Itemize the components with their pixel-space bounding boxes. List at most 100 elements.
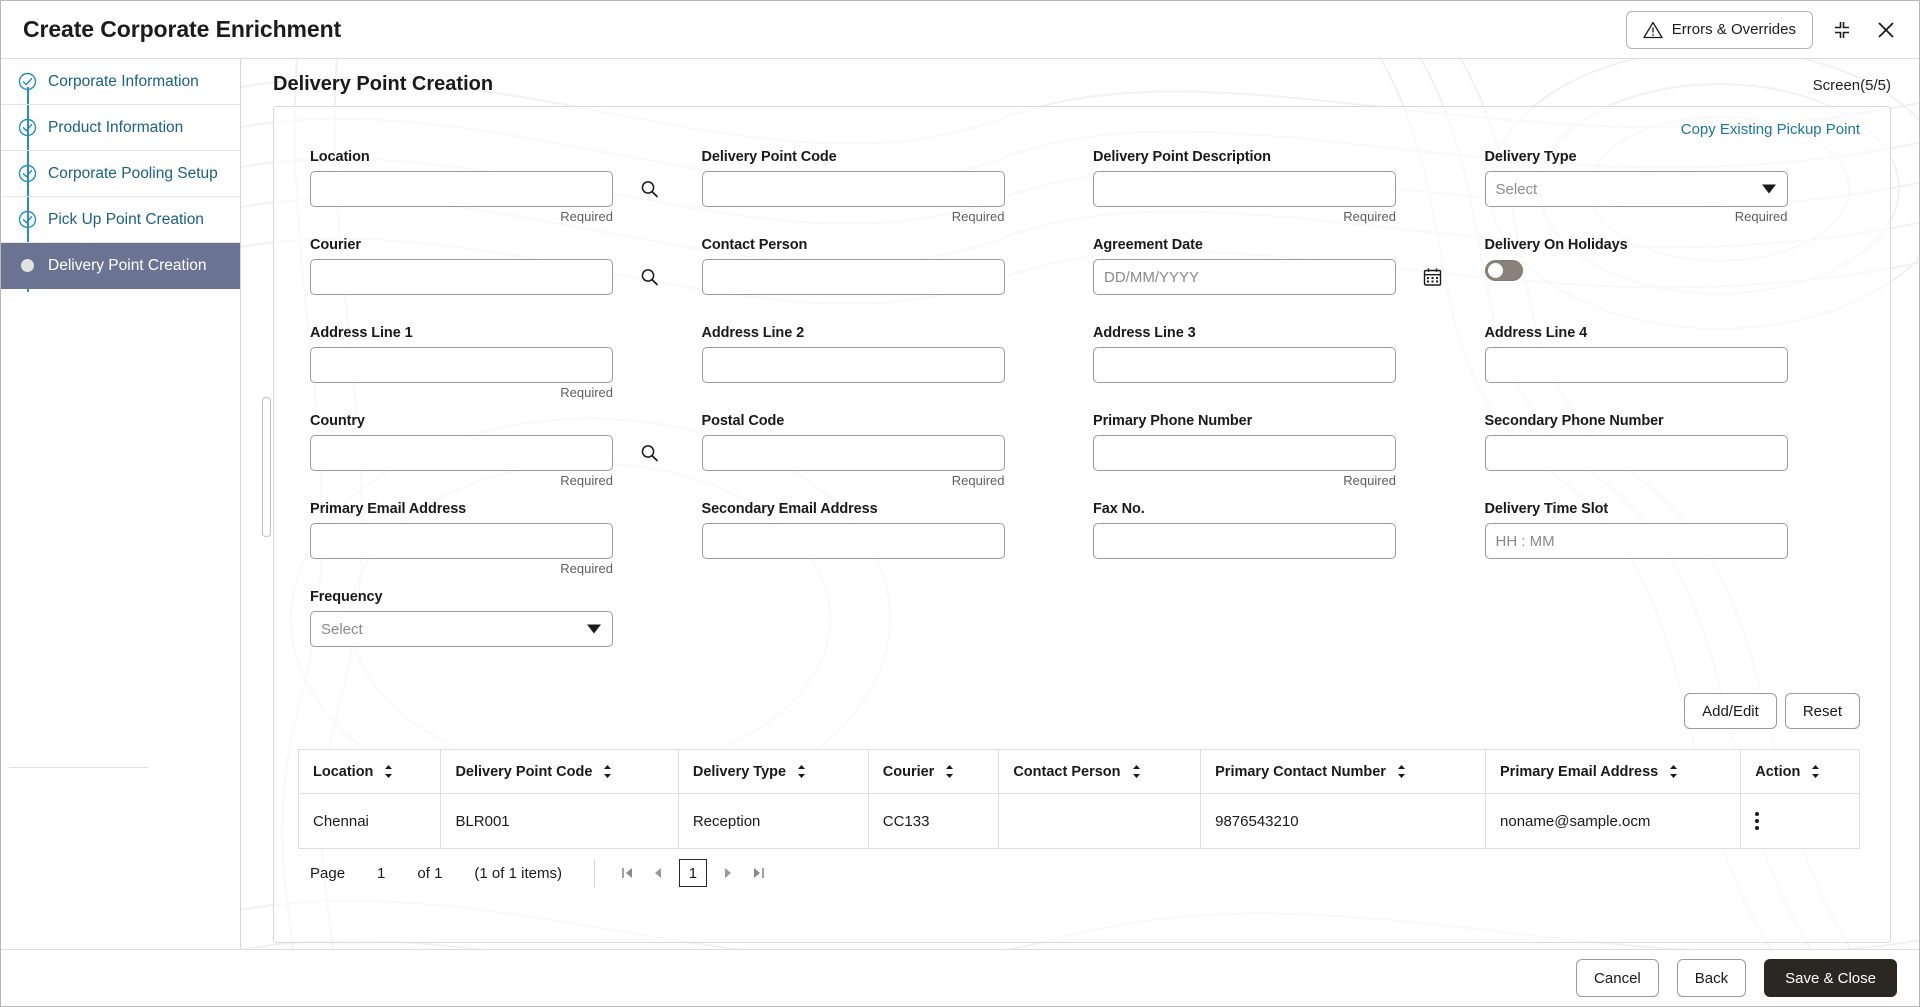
field-secondary-phone-number: Secondary Phone Number (1473, 413, 1865, 501)
input-wrapper (1093, 435, 1451, 471)
input-secondary-phone-number[interactable] (1485, 435, 1788, 471)
column-header-primary-contact-number[interactable]: Primary Contact Number (1201, 750, 1486, 794)
column-header-label: Action (1755, 764, 1800, 780)
column-header-primary-email-address[interactable]: Primary Email Address (1486, 750, 1741, 794)
previous-page-icon[interactable] (643, 858, 673, 888)
sort-icon[interactable] (944, 764, 955, 779)
sort-icon[interactable] (796, 764, 807, 779)
column-header-label: Courier (883, 764, 935, 780)
input-wrapper (310, 523, 668, 559)
field-label: Delivery On Holidays (1485, 237, 1843, 253)
column-header-delivery-type[interactable]: Delivery Type (678, 750, 868, 794)
search-icon[interactable] (640, 180, 659, 199)
input-agreement-date[interactable] (1093, 259, 1396, 295)
select-frequency[interactable]: Select (310, 611, 613, 647)
field-label: Primary Email Address (310, 501, 668, 517)
sidebar-step-corporate-information[interactable]: Corporate Information (1, 59, 240, 105)
sort-icon[interactable] (1668, 764, 1679, 779)
sidebar-step-product-information[interactable]: Product Information (1, 105, 240, 151)
column-header-courier[interactable]: Courier (868, 750, 999, 794)
calendar-icon[interactable] (1423, 268, 1442, 287)
input-contact-person[interactable] (702, 259, 1005, 295)
save-and-close-button[interactable]: Save & Close (1764, 959, 1897, 997)
pagination-current-page[interactable]: 1 (679, 859, 707, 887)
input-country[interactable] (310, 435, 613, 471)
next-page-icon[interactable] (713, 858, 743, 888)
input-address-line-2[interactable] (702, 347, 1005, 383)
field-courier: Courier (298, 237, 690, 325)
sort-icon[interactable] (1810, 764, 1821, 779)
input-address-line-1[interactable] (310, 347, 613, 383)
required-hint: Required (1093, 209, 1396, 225)
content-title: Delivery Point Creation (273, 73, 493, 96)
kebab-menu-icon[interactable] (1755, 812, 1759, 830)
reset-button[interactable]: Reset (1785, 693, 1860, 729)
field-label: Address Line 1 (310, 325, 668, 341)
sidebar-step-delivery-point-creation[interactable]: Delivery Point Creation (1, 243, 240, 289)
field-label: Address Line 3 (1093, 325, 1451, 341)
sidebar-divider (9, 767, 148, 768)
field-label: Delivery Point Code (702, 149, 1060, 165)
input-fax-no[interactable] (1093, 523, 1396, 559)
toggle-knob (1487, 262, 1504, 279)
input-secondary-email-address[interactable] (702, 523, 1005, 559)
first-page-icon[interactable] (613, 858, 643, 888)
field-primary-phone-number: Primary Phone NumberRequired (1081, 413, 1473, 501)
sidebar-step-pick-up-point-creation[interactable]: Pick Up Point Creation (1, 197, 240, 243)
input-delivery-point-description[interactable] (1093, 171, 1396, 207)
input-wrapper (702, 435, 1060, 471)
sort-icon[interactable] (383, 764, 394, 779)
cell-delivery-point-code: BLR001 (441, 794, 678, 849)
input-courier[interactable] (310, 259, 613, 295)
column-header-action[interactable]: Action (1741, 750, 1860, 794)
input-address-line-3[interactable] (1093, 347, 1396, 383)
copy-existing-pickup-point-link[interactable]: Copy Existing Pickup Point (1681, 121, 1860, 138)
input-address-line-4[interactable] (1485, 347, 1788, 383)
sidebar-step-corporate-pooling-setup[interactable]: Corporate Pooling Setup (1, 151, 240, 197)
input-wrapper (702, 171, 1060, 207)
input-primary-email-address[interactable] (310, 523, 613, 559)
toggle-delivery-on-holidays[interactable] (1485, 260, 1523, 281)
errors-and-overrides-button[interactable]: Errors & Overrides (1626, 11, 1813, 49)
sort-icon[interactable] (1396, 764, 1407, 779)
back-button[interactable]: Back (1677, 959, 1746, 997)
input-primary-phone-number[interactable] (1093, 435, 1396, 471)
screen-indicator: Screen(5/5) (1813, 77, 1891, 94)
column-header-label: Delivery Type (693, 764, 786, 780)
input-location[interactable] (310, 171, 613, 207)
sidebar-step-label: Corporate Pooling Setup (48, 165, 218, 183)
table-row[interactable]: ChennaiBLR001ReceptionCC1339876543210non… (299, 794, 1860, 849)
last-page-icon[interactable] (743, 858, 773, 888)
sort-icon[interactable] (1131, 764, 1142, 779)
field-label: Address Line 2 (702, 325, 1060, 341)
input-postal-code[interactable] (702, 435, 1005, 471)
field-label: Delivery Time Slot (1485, 501, 1843, 517)
minimize-icon[interactable] (1827, 15, 1857, 45)
add-edit-button[interactable]: Add/Edit (1684, 693, 1777, 729)
required-hint: Required (1093, 473, 1396, 489)
search-icon[interactable] (640, 444, 659, 463)
field-contact-person: Contact Person (690, 237, 1082, 325)
input-delivery-point-code[interactable] (702, 171, 1005, 207)
field-label: Frequency (310, 589, 668, 605)
search-icon[interactable] (640, 268, 659, 287)
steps-list: Corporate InformationProduct Information… (1, 59, 240, 289)
delivery-points-table: LocationDelivery Point Code Delivery Type… (298, 749, 1860, 849)
input-wrapper (310, 171, 668, 207)
close-icon[interactable] (1871, 15, 1901, 45)
select-delivery-type[interactable]: Select (1485, 171, 1788, 207)
field-label: Country (310, 413, 668, 429)
column-header-delivery-point-code[interactable]: Delivery Point Code (441, 750, 678, 794)
input-delivery-time-slot[interactable] (1485, 523, 1788, 559)
copy-link-row: Copy Existing Pickup Point (274, 107, 1890, 143)
input-wrapper (702, 523, 1060, 559)
field-primary-email-address: Primary Email AddressRequired (298, 501, 690, 589)
column-header-contact-person[interactable]: Contact Person (999, 750, 1201, 794)
column-header-location[interactable]: Location (299, 750, 441, 794)
panel-scrollbar[interactable] (262, 397, 271, 537)
sort-icon[interactable] (602, 764, 613, 779)
cancel-button[interactable]: Cancel (1576, 959, 1659, 997)
field-address-line-2: Address Line 2 (690, 325, 1082, 413)
field-agreement-date: Agreement Date (1081, 237, 1473, 325)
column-header-label: Primary Email Address (1500, 764, 1658, 780)
